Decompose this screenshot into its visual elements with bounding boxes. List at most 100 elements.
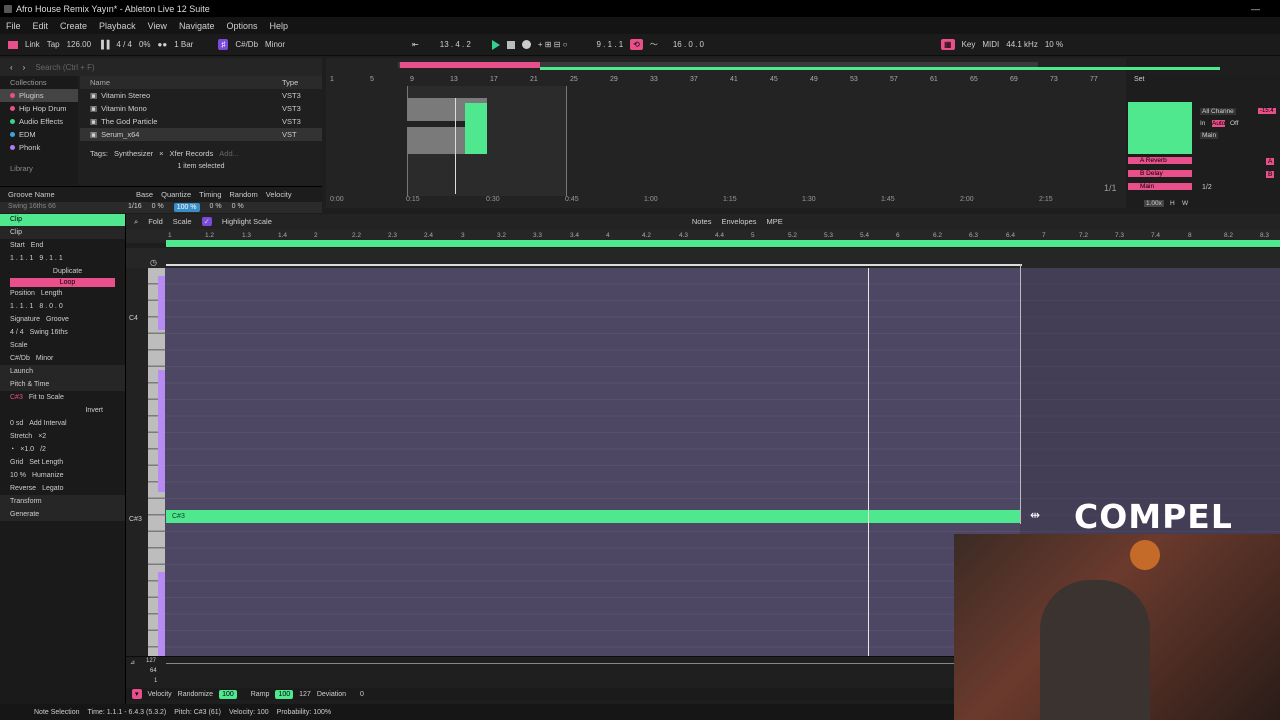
arrangement-midi-clip[interactable] bbox=[465, 103, 487, 154]
humanize-amount[interactable]: 10 % bbox=[10, 472, 26, 479]
loop-start-field[interactable]: 9 . 1 . 1 bbox=[596, 40, 623, 49]
view-toggle-icon[interactable] bbox=[8, 40, 18, 49]
search-input[interactable]: Search (Ctrl + F) bbox=[35, 63, 94, 72]
key-map-label[interactable]: Key bbox=[962, 40, 976, 49]
groove-row-name[interactable]: Swing 16ths 66 bbox=[8, 203, 118, 212]
ramp-start[interactable]: 100 bbox=[275, 689, 294, 699]
loop-switch-icon[interactable]: ⟲ bbox=[630, 39, 643, 50]
menu-create[interactable]: Create bbox=[60, 21, 87, 31]
return-b[interactable]: B bbox=[1266, 171, 1275, 178]
invert-button[interactable]: Invert bbox=[0, 404, 125, 417]
scale-key-icon[interactable]: ♯ bbox=[218, 39, 229, 50]
send-b-delay[interactable]: B Delay bbox=[1128, 170, 1192, 177]
remove-tag-icon[interactable]: × bbox=[159, 149, 163, 158]
monitor-in[interactable]: In bbox=[1200, 120, 1205, 127]
humanize-button[interactable]: Humanize bbox=[32, 472, 64, 479]
send-main[interactable]: Main bbox=[1128, 183, 1192, 190]
tag-synthesizer[interactable]: Synthesizer bbox=[114, 149, 153, 158]
end-field[interactable]: 9 . 1 . 1 bbox=[39, 255, 62, 262]
list-item[interactable]: ▣ Vitamin Mono VST3 bbox=[80, 102, 322, 115]
stretch-knob-icon[interactable]: ◔ bbox=[10, 446, 14, 453]
groove-random[interactable]: 0 % bbox=[210, 203, 222, 212]
collection-audio-effects[interactable]: Audio Effects bbox=[0, 115, 78, 128]
half-button[interactable]: /2 bbox=[40, 446, 46, 453]
clip-signature[interactable]: 4 / 4 bbox=[10, 329, 24, 336]
tap-button[interactable]: Tap bbox=[47, 40, 60, 49]
link-button[interactable]: Link bbox=[25, 40, 40, 49]
output-select[interactable]: Main bbox=[1200, 132, 1219, 139]
follow-icon[interactable]: ⇤ bbox=[412, 40, 419, 49]
library-label[interactable]: Library bbox=[0, 162, 78, 175]
list-item[interactable]: ▣ Vitamin Stereo VST3 bbox=[80, 89, 322, 102]
input-select[interactable]: All Channe bbox=[1200, 108, 1236, 115]
play-button[interactable] bbox=[491, 39, 500, 50]
nudge-icon[interactable]: ▐▐ bbox=[98, 40, 109, 49]
list-item[interactable]: ▣ The God Particle VST3 bbox=[80, 115, 322, 128]
randomize-button[interactable]: Randomize bbox=[178, 691, 213, 698]
position-field[interactable]: 1 . 1 . 1 bbox=[10, 303, 33, 310]
generate-section[interactable]: Generate bbox=[0, 508, 125, 521]
ramp-end[interactable]: 127 bbox=[299, 691, 311, 698]
clip-loop-bar[interactable] bbox=[166, 240, 1280, 247]
scale-button[interactable]: Scale bbox=[173, 217, 192, 226]
forward-icon[interactable]: › bbox=[23, 63, 26, 72]
grid-label[interactable]: Grid bbox=[10, 459, 23, 466]
legato-button[interactable]: Legato bbox=[42, 485, 63, 492]
overview-loop-region[interactable] bbox=[400, 62, 540, 68]
metronome-icon[interactable]: ●● bbox=[158, 40, 168, 49]
minimize-icon[interactable]: — bbox=[1251, 4, 1260, 14]
clip-groove[interactable]: Swing 16ths bbox=[30, 329, 68, 336]
time-ruler[interactable]: 0:00 0:15 0:30 0:45 1:00 1:15 1:30 1:45 … bbox=[326, 196, 1121, 206]
tab-envelopes[interactable]: Envelopes bbox=[721, 217, 756, 226]
midi-map-label[interactable]: MIDI bbox=[982, 40, 999, 49]
song-position[interactable]: 13 . 4 . 2 bbox=[440, 40, 471, 49]
velocity-lane-icon[interactable]: ▾ bbox=[132, 689, 142, 699]
return-a[interactable]: A bbox=[1266, 158, 1275, 165]
groove-velocity[interactable]: 0 % bbox=[232, 203, 244, 212]
scale-mode-select[interactable]: Minor bbox=[265, 40, 285, 49]
menu-view[interactable]: View bbox=[148, 21, 167, 31]
double-button[interactable]: ×2 bbox=[38, 433, 46, 440]
groove-base[interactable]: 1/16 bbox=[128, 203, 142, 212]
start-field[interactable]: 1 . 1 . 1 bbox=[10, 255, 33, 262]
transform-section[interactable]: Transform bbox=[0, 495, 125, 508]
menu-options[interactable]: Options bbox=[226, 21, 257, 31]
fraction-label[interactable]: 1/2 bbox=[1202, 184, 1212, 191]
clock-icon[interactable]: ◷ bbox=[150, 258, 157, 267]
collection-hip-hop-drum[interactable]: Hip Hop Drum bbox=[0, 102, 78, 115]
signature-field[interactable]: 4 / 4 bbox=[116, 40, 132, 49]
midi-note[interactable]: C#3 bbox=[166, 510, 1020, 523]
fold-button[interactable]: Fold bbox=[148, 217, 163, 226]
collection-plugins[interactable]: Plugins bbox=[0, 89, 78, 102]
randomize-amount[interactable]: 100 bbox=[219, 689, 237, 699]
clip-name[interactable]: Clip bbox=[0, 214, 125, 226]
quantize-menu[interactable]: 1 Bar bbox=[174, 40, 193, 49]
menu-file[interactable]: File bbox=[6, 21, 21, 31]
stop-button[interactable] bbox=[506, 40, 515, 49]
ramp-button[interactable]: Ramp bbox=[251, 691, 270, 698]
collection-edm[interactable]: EDM bbox=[0, 128, 78, 141]
set-label[interactable]: Set bbox=[1134, 76, 1145, 83]
menu-playback[interactable]: Playback bbox=[99, 21, 136, 31]
monitor-off[interactable]: Off bbox=[1230, 120, 1239, 127]
track-color-block[interactable] bbox=[1128, 102, 1192, 154]
scale-key-select[interactable]: C#/Db bbox=[235, 40, 258, 49]
w-button[interactable]: W bbox=[1182, 200, 1188, 207]
highlight-scale-checkbox[interactable]: ✓ bbox=[201, 217, 212, 226]
clip-section-header[interactable]: Clip bbox=[0, 226, 125, 239]
launch-section[interactable]: Launch bbox=[0, 365, 125, 378]
overdub-icon[interactable]: + ⊞ ⊟ ○ bbox=[538, 40, 568, 49]
record-button[interactable] bbox=[521, 40, 531, 49]
draw-mode-icon[interactable]: 〜 bbox=[650, 39, 658, 50]
set-length-button[interactable]: Set Length bbox=[29, 459, 63, 466]
groove-timing[interactable]: 100 % bbox=[173, 203, 200, 212]
list-item[interactable]: ▣ Serum_x64 VST bbox=[80, 128, 322, 141]
menu-help[interactable]: Help bbox=[270, 21, 289, 31]
h-button[interactable]: H bbox=[1170, 200, 1175, 207]
key-map-icon[interactable]: ▦ bbox=[941, 39, 955, 50]
groove-quantize[interactable]: 0 % bbox=[152, 203, 164, 212]
search-icon[interactable]: ⌕ bbox=[134, 217, 138, 227]
length-field[interactable]: 8 . 0 . 0 bbox=[39, 303, 62, 310]
type-header[interactable]: Type bbox=[282, 78, 322, 87]
clip-scale-mode[interactable]: Minor bbox=[36, 355, 54, 362]
